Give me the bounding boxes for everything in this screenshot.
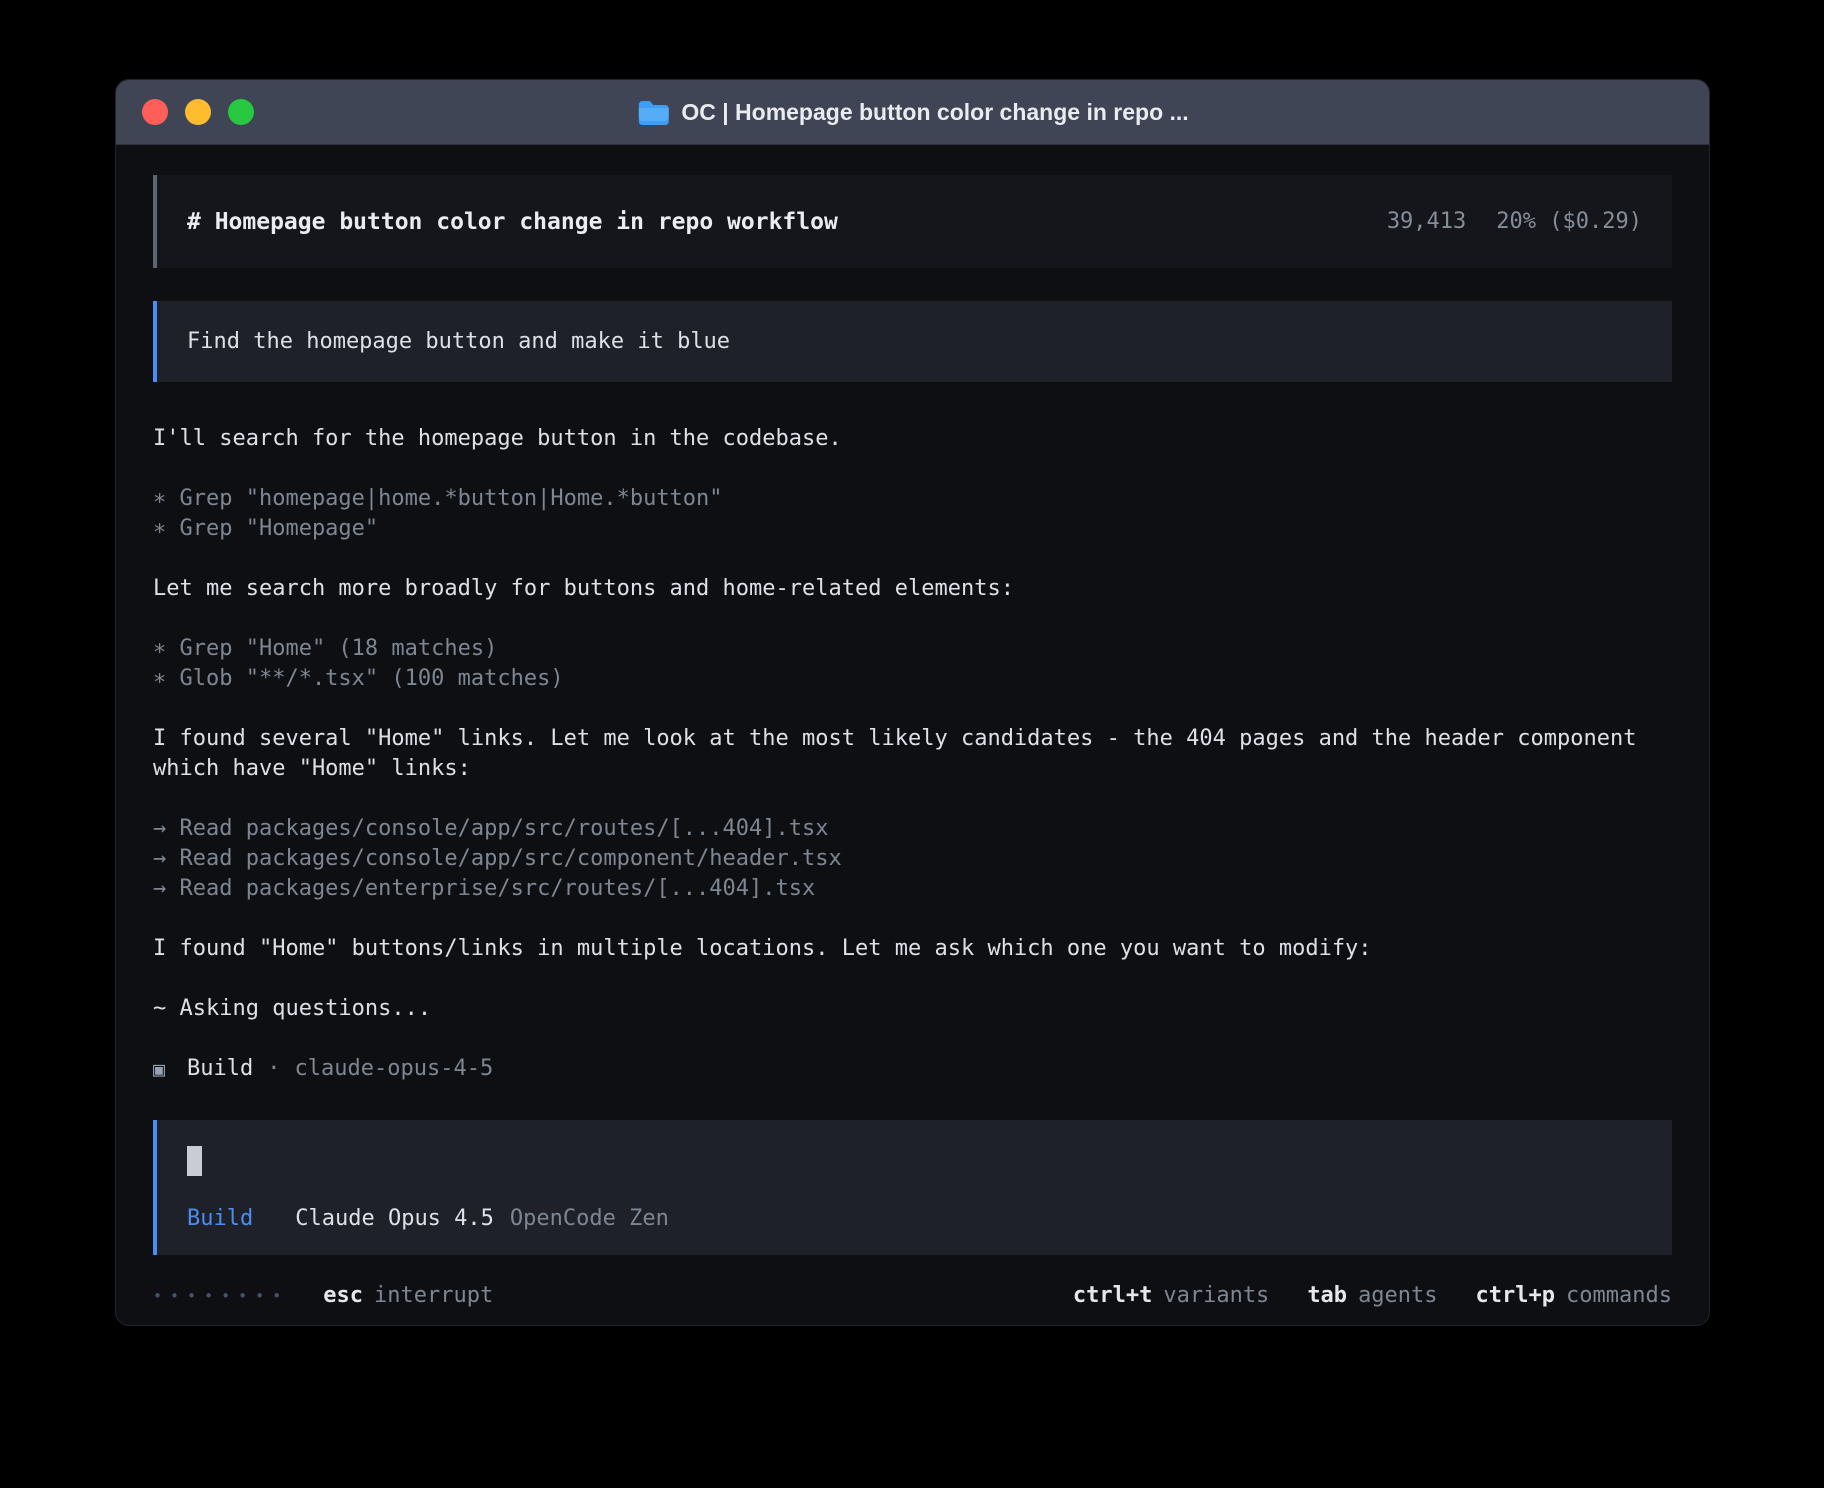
close-button[interactable] [142,99,168,125]
tool-call-grep: ∗ Grep "Homepage" [153,514,1672,544]
window-title: OC | Homepage button color change in rep… [636,99,1188,126]
shortcut-agents: tab agents [1307,1283,1437,1308]
assistant-output: I'll search for the homepage button in t… [153,424,1672,1084]
shortcut-label: agents [1358,1283,1437,1308]
shortcut-label: commands [1566,1283,1672,1308]
assistant-status-text: ~ Asking questions... [153,994,1672,1024]
agent-name: Build [187,1054,253,1084]
tool-call-group: → Read packages/console/app/src/routes/[… [153,814,1672,904]
assistant-text: Let me search more broadly for buttons a… [153,574,1672,604]
input-provider-label: OpenCode Zen [510,1206,669,1231]
user-message: Find the homepage button and make it blu… [153,301,1672,382]
tool-call-grep: ∗ Grep "homepage|home.*button|Home.*butt… [153,484,1672,514]
tool-call-group: ∗ Grep "homepage|home.*button|Home.*butt… [153,484,1672,544]
assistant-text: I found several "Home" links. Let me loo… [153,724,1672,784]
tool-call-group: ∗ Grep "Home" (18 matches) ∗ Glob "**/*.… [153,634,1672,694]
prompt-input[interactable]: Build Claude Opus 4.5 OpenCode Zen [153,1120,1672,1255]
agent-status-line: ▣ Build · claude-opus-4-5 [153,1054,1672,1084]
token-count: 39,413 [1387,209,1466,234]
context-usage: 20% ($0.29) [1496,209,1642,234]
agent-icon: ▣ [153,1054,165,1084]
traffic-lights [142,99,254,125]
shortcut-key: ctrl+p [1476,1283,1555,1308]
minimize-button[interactable] [185,99,211,125]
esc-hint: interrupt [374,1283,493,1308]
shortcut-commands: ctrl+p commands [1476,1283,1672,1308]
spinner-dots: •••••••• [153,1287,289,1305]
session-meta: 39,413 20% ($0.29) [1387,209,1642,234]
terminal-window: OC | Homepage button color change in rep… [115,79,1710,1326]
window-title-text: OC | Homepage button color change in rep… [681,99,1188,126]
shortcut-key: tab [1307,1283,1347,1308]
esc-key: esc [323,1283,363,1308]
desktop: { "window": { "title": "OC | Homepage bu… [0,0,1824,1488]
folder-icon [636,99,668,125]
assistant-text: I'll search for the homepage button in t… [153,424,1672,454]
status-bar: •••••••• esc interrupt ctrl+t variants t… [153,1283,1672,1308]
tool-call-grep: ∗ Grep "Home" (18 matches) [153,634,1672,664]
agent-model: claude-opus-4-5 [295,1054,494,1084]
session-header: # Homepage button color change in repo w… [153,175,1672,268]
input-agent-label: Build [187,1206,253,1231]
shortcut-label: variants [1163,1283,1269,1308]
status-right: ctrl+t variants tab agents ctrl+p comman… [1073,1283,1672,1308]
shortcut-variants: ctrl+t variants [1073,1283,1269,1308]
user-message-text: Find the homepage button and make it blu… [187,329,730,354]
input-meta: Build Claude Opus 4.5 OpenCode Zen [187,1206,1642,1231]
session-title: # Homepage button color change in repo w… [187,209,838,235]
assistant-text: I found "Home" buttons/links in multiple… [153,934,1672,964]
tool-call-read: → Read packages/console/app/src/componen… [153,844,1672,874]
status-left: •••••••• esc interrupt [153,1283,493,1308]
tool-call-glob: ∗ Glob "**/*.tsx" (100 matches) [153,664,1672,694]
text-cursor [187,1146,202,1176]
zoom-button[interactable] [228,99,254,125]
input-model-label: Claude Opus 4.5 [295,1206,494,1231]
terminal-content: # Homepage button color change in repo w… [116,175,1709,1308]
tool-call-read: → Read packages/enterprise/src/routes/[.… [153,874,1672,904]
agent-separator: · [267,1054,280,1084]
tool-call-read: → Read packages/console/app/src/routes/[… [153,814,1672,844]
shortcut-key: ctrl+t [1073,1283,1152,1308]
window-titlebar[interactable]: OC | Homepage button color change in rep… [116,80,1709,145]
